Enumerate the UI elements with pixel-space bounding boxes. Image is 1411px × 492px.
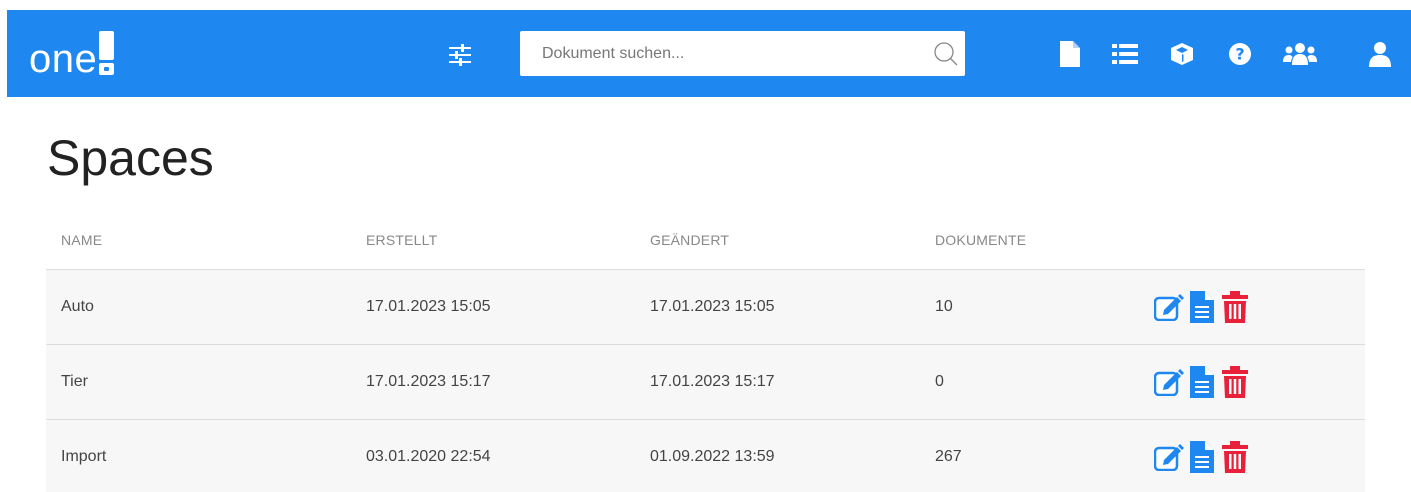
spaces-table: NAME ERSTELLT GEÄNDERT DOKUMENTE Auto 17… [46,222,1365,492]
row-actions [1154,290,1250,324]
trash-icon [1222,291,1248,323]
table-header: NAME ERSTELLT GEÄNDERT DOKUMENTE [46,222,1365,270]
row-actions [1154,440,1250,474]
edit-button[interactable] [1154,366,1184,398]
logo-text: one [29,37,98,81]
space-name[interactable]: Tier [61,373,88,391]
trash-icon [1222,441,1248,473]
search-icon[interactable] [933,41,959,67]
space-name[interactable]: Auto [61,298,94,316]
search-input[interactable] [520,31,920,76]
edit-button[interactable] [1154,291,1184,323]
header-changed[interactable]: GEÄNDERT [650,232,729,248]
delete-button[interactable] [1220,366,1250,398]
help-button[interactable]: ? [1225,39,1255,69]
table-row[interactable]: Tier 17.01.2023 15:17 17.01.2023 15:17 0 [46,345,1365,420]
created-date: 03.01.2020 22:54 [366,448,491,465]
document-icon [1190,441,1214,473]
header-documents[interactable]: DOKUMENTE [935,232,1026,248]
header-name[interactable]: NAME [61,232,102,248]
user-icon [1369,42,1391,67]
document-icon [1190,291,1214,323]
documents-button[interactable] [1187,291,1217,323]
changed-date: 01.09.2022 13:59 [650,448,775,465]
trash-icon [1222,366,1248,398]
delete-button[interactable] [1220,291,1250,323]
help-icon: ? [1229,43,1251,65]
logo-mark-icon [99,31,115,75]
sliders-icon [449,44,471,66]
document-icon [1060,41,1080,67]
logo[interactable]: one [29,31,115,82]
table-row[interactable]: Import 03.01.2020 22:54 01.09.2022 13:59… [46,420,1365,492]
document-count: 267 [935,448,962,465]
created-date: 17.01.2023 15:17 [366,373,491,390]
edit-icon [1154,369,1184,396]
space-name[interactable]: Import [61,448,106,466]
search-box [520,31,965,76]
changed-date: 17.01.2023 15:05 [650,298,775,315]
list-view-button[interactable] [1110,39,1140,69]
document-icon [1190,366,1214,398]
edit-icon [1154,294,1184,321]
svg-text:?: ? [1235,45,1244,64]
row-actions [1154,365,1250,399]
table-row[interactable]: Auto 17.01.2023 15:05 17.01.2023 15:05 1… [46,270,1365,345]
navbar: one Dokument suchen... ? [7,10,1411,97]
changed-date: 17.01.2023 15:17 [650,373,775,390]
new-document-button[interactable] [1055,39,1085,69]
header-created[interactable]: ERSTELLT [366,232,437,248]
users-icon [1283,43,1317,65]
document-count: 10 [935,298,953,315]
edit-button[interactable] [1154,441,1184,473]
cube-icon [1171,43,1193,65]
documents-button[interactable] [1187,366,1217,398]
created-date: 17.01.2023 15:05 [366,298,491,315]
spaces-button[interactable] [1167,39,1197,69]
filter-settings-button[interactable] [447,43,473,67]
page-title: Spaces [47,130,214,186]
delete-button[interactable] [1220,441,1250,473]
document-count: 0 [935,373,944,390]
edit-icon [1154,444,1184,471]
documents-button[interactable] [1187,441,1217,473]
user-profile-button[interactable] [1365,39,1395,69]
users-button[interactable] [1282,39,1318,69]
list-icon [1112,44,1138,64]
